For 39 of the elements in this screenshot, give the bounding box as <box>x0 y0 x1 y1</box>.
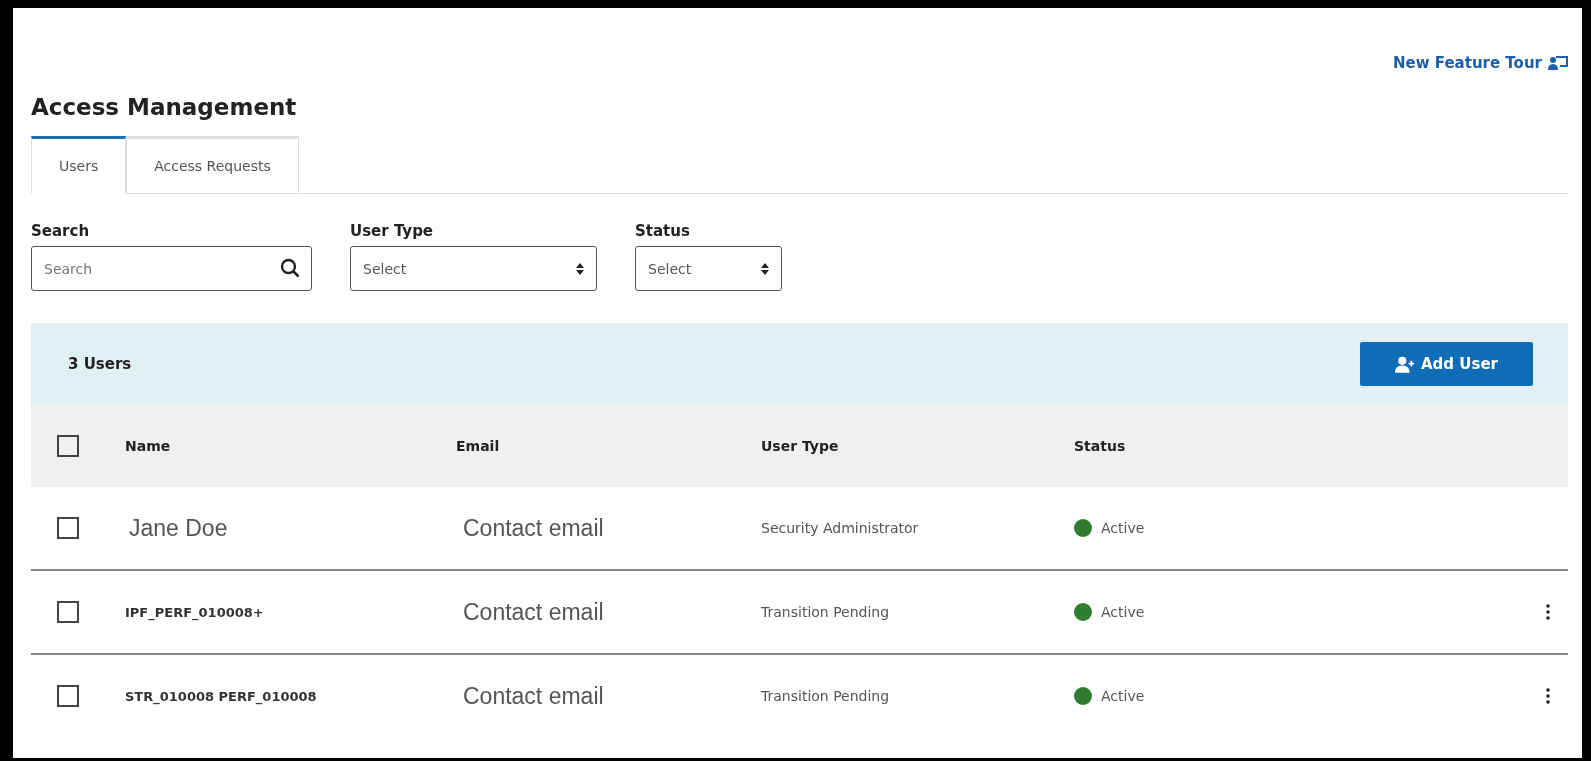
column-header: Name <box>125 438 172 454</box>
filter-label: Search <box>31 222 91 240</box>
select-dropdown[interactable]: Select <box>350 246 597 291</box>
user-name: Jane Doe <box>128 514 228 542</box>
user-name: IPF_PERF_010008+ <box>125 604 264 620</box>
user-name: STR_010008 PERF_010008 <box>125 688 317 704</box>
presenter-icon <box>1548 55 1568 71</box>
more-options-icon[interactable] <box>1546 688 1550 704</box>
user-type: Security Administrator <box>761 520 919 536</box>
user-type: Transition Pending <box>761 604 890 620</box>
add-user-button[interactable]: Add User <box>1360 342 1533 386</box>
user-email: Contact email <box>462 598 604 626</box>
checkbox[interactable] <box>57 685 79 707</box>
checkbox[interactable] <box>57 601 79 623</box>
column-header: User Type <box>761 438 840 454</box>
user-email: Contact email <box>462 682 604 710</box>
sort-arrows-icon <box>761 262 769 275</box>
user-status: Active <box>1101 688 1145 704</box>
column-header: Email <box>456 438 501 454</box>
user-status: Active <box>1101 520 1145 536</box>
more-options-icon[interactable] <box>1546 604 1550 620</box>
checkbox[interactable] <box>57 435 79 457</box>
sort-arrows-icon <box>576 262 584 275</box>
user-type: Transition Pending <box>761 688 890 704</box>
user-email: Contact email <box>462 514 604 542</box>
search-field[interactable]: Search <box>31 246 312 291</box>
add-person-icon <box>1395 355 1415 373</box>
feature-tour-link[interactable]: New Feature Tour <box>1393 52 1568 74</box>
user-count: 3 Users <box>68 355 132 373</box>
search-icon <box>280 258 300 278</box>
tab[interactable]: Access Requests <box>126 136 299 194</box>
column-header: Status <box>1074 438 1127 454</box>
tab[interactable]: Users <box>31 136 127 194</box>
user-status: Active <box>1101 604 1145 620</box>
select-dropdown[interactable]: Select <box>635 246 782 291</box>
filter-label: Status <box>635 222 691 240</box>
filter-label: User Type <box>350 222 435 240</box>
checkbox[interactable] <box>57 517 79 539</box>
page-title: Access Management <box>31 94 298 122</box>
